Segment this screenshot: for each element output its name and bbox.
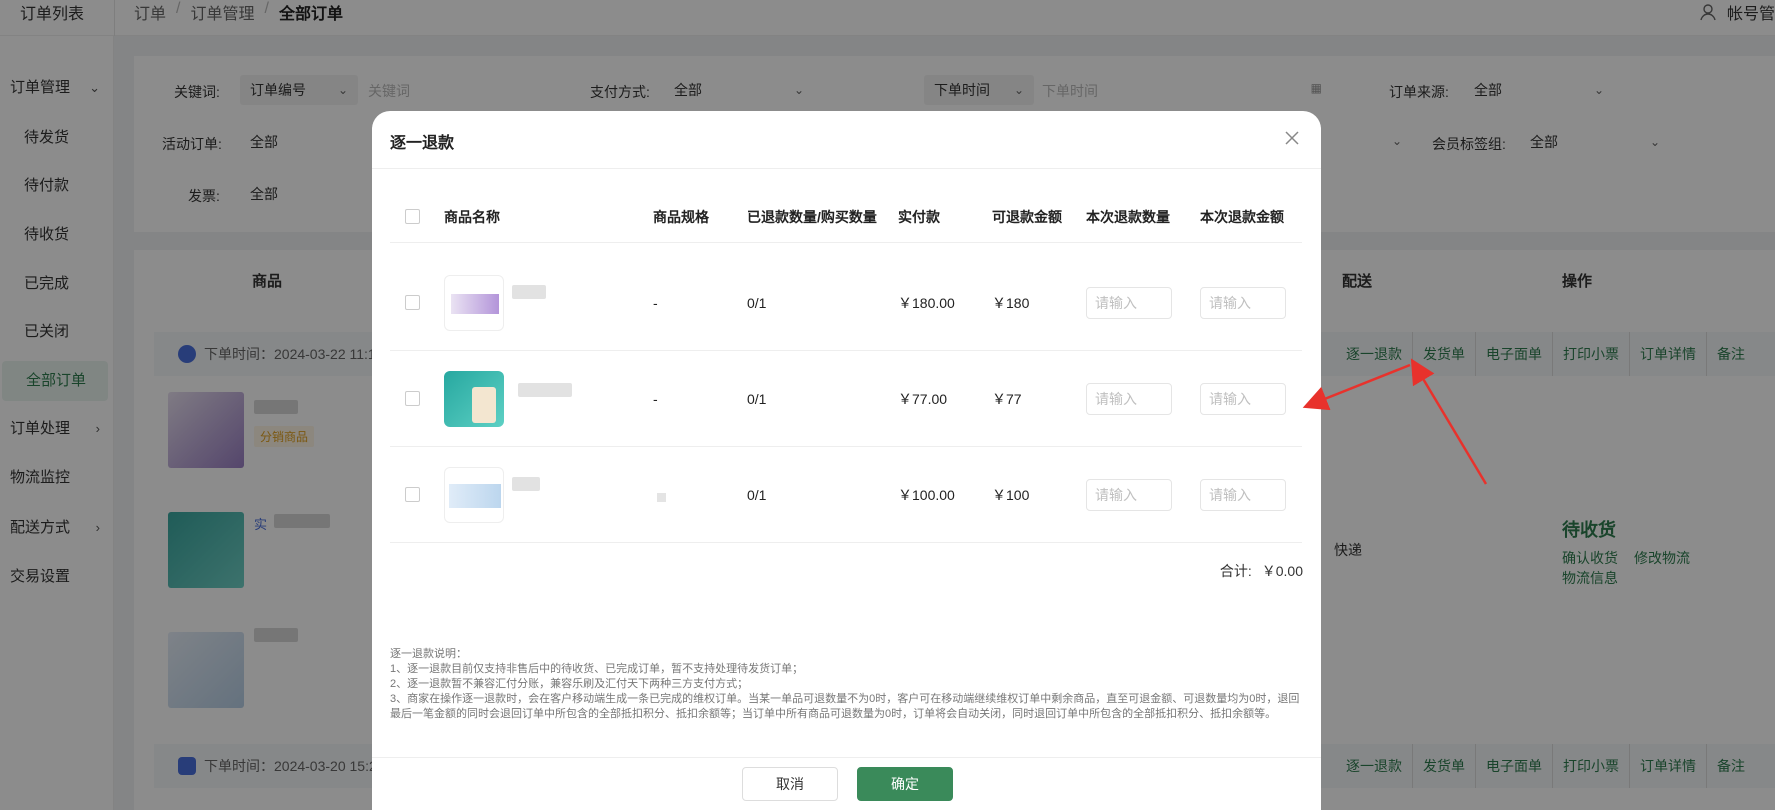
total-label: 合计:: [1219, 563, 1252, 579]
refund-each-dialog: 逐一退款 商品名称 商品规格 已退款数量/购买数量 实付款 可退款金额 本次退款…: [372, 111, 1321, 810]
refund-row: - 0/1 ￥180.00 ￥180 请输入 请输入: [390, 255, 1302, 351]
refund-qty-input[interactable]: 请输入: [1086, 383, 1172, 415]
notes-line: 2、逐一退款暂不兼容汇付分账，兼容乐刷及汇付天下两种三方支付方式；: [390, 678, 749, 690]
product-name-blurred: [518, 383, 572, 397]
row-checkbox[interactable]: [405, 391, 420, 406]
row-refunded-qty: 0/1: [747, 295, 767, 311]
product-name-blurred: [512, 477, 540, 491]
row-refundable: ￥180: [992, 295, 1030, 311]
dialog-title: 逐一退款: [390, 135, 455, 152]
product-thumbnail: [444, 371, 504, 427]
product-thumbnail: [444, 275, 504, 331]
row-checkbox[interactable]: [405, 487, 420, 502]
row-spec: -: [653, 391, 658, 407]
refund-table-header: 商品名称 商品规格 已退款数量/购买数量 实付款 可退款金额 本次退款数量 本次…: [390, 191, 1302, 243]
product-thumbnail: [444, 467, 504, 523]
refund-notes: 逐一退款说明： 1、逐一退款目前仅支持非售后中的待收货、已完成订单，暂不支持处理…: [390, 647, 1302, 722]
product-name-blurred: [512, 285, 546, 299]
notes-title: 逐一退款说明：: [390, 648, 467, 660]
cancel-button[interactable]: 取消: [742, 767, 838, 801]
row-refundable: ￥77: [992, 391, 1022, 407]
refund-qty-input[interactable]: 请输入: [1086, 287, 1172, 319]
header-refund-amount: 本次退款金额: [1200, 209, 1284, 225]
confirm-button[interactable]: 确定: [857, 767, 953, 801]
total-value: ￥0.00: [1261, 563, 1303, 579]
header-refunded-qty: 已退款数量/购买数量: [747, 209, 877, 225]
select-all-checkbox[interactable]: [405, 209, 420, 224]
refund-row: 0/1 ￥100.00 ￥100 请输入 请输入: [390, 447, 1302, 543]
row-paid: ￥180.00: [898, 295, 955, 311]
header-refundable: 可退款金额: [992, 209, 1062, 225]
notes-line: 3、商家在操作逐一退款时，会在客户移动端生成一条已完成的维权订单。当某一单品可退…: [390, 693, 1300, 720]
row-refunded-qty: 0/1: [747, 487, 767, 503]
header-product-name: 商品名称: [444, 209, 500, 225]
dialog-footer: 取消 确定: [372, 757, 1321, 810]
refund-amount-input[interactable]: 请输入: [1200, 479, 1286, 511]
header-spec: 商品规格: [653, 209, 709, 225]
spec-blurred: [657, 493, 666, 502]
refund-amount-input[interactable]: 请输入: [1200, 383, 1286, 415]
row-refunded-qty: 0/1: [747, 391, 767, 407]
row-refundable: ￥100: [992, 487, 1030, 503]
refund-row: - 0/1 ￥77.00 ￥77 请输入 请输入: [390, 351, 1302, 447]
refund-amount-input[interactable]: 请输入: [1200, 287, 1286, 319]
header-refund-qty: 本次退款数量: [1086, 209, 1170, 225]
dialog-header: 逐一退款: [372, 111, 1321, 169]
row-spec: -: [653, 295, 658, 311]
refund-qty-input[interactable]: 请输入: [1086, 479, 1172, 511]
row-paid: ￥100.00: [898, 487, 955, 503]
row-checkbox[interactable]: [405, 295, 420, 310]
close-icon[interactable]: [1281, 127, 1303, 149]
row-paid: ￥77.00: [898, 391, 948, 407]
header-paid: 实付款: [898, 209, 940, 225]
refund-total: 合计: ￥0.00: [1220, 561, 1303, 581]
notes-line: 1、逐一退款目前仅支持非售后中的待收货、已完成订单，暂不支持处理待发货订单；: [390, 663, 804, 675]
